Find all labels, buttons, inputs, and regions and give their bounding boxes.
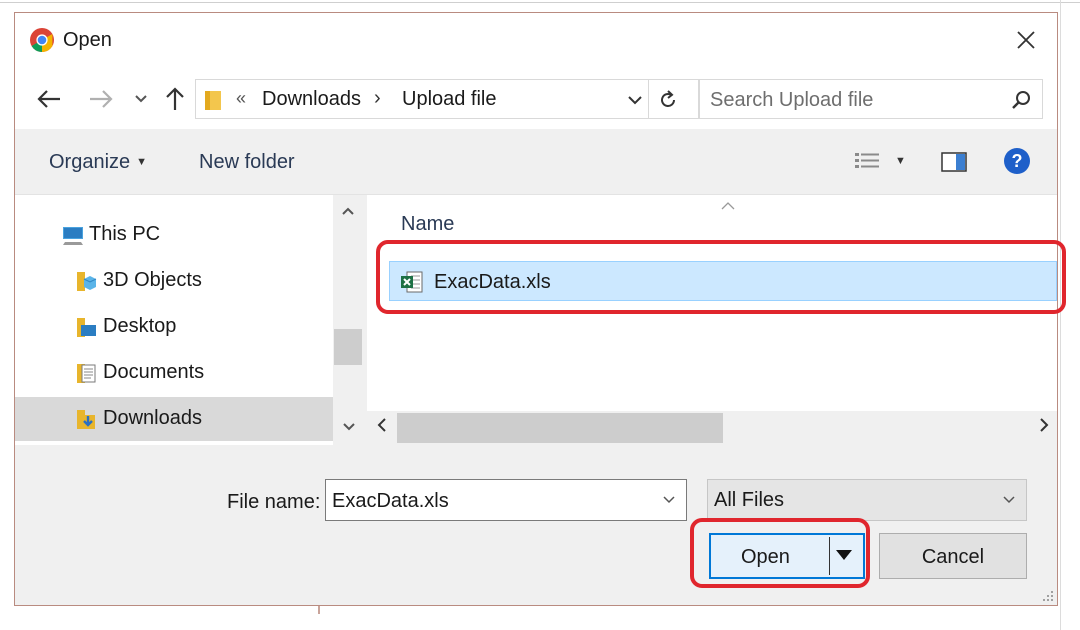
scroll-up-icon[interactable] <box>341 203 355 221</box>
scroll-left-icon[interactable] <box>377 417 387 438</box>
nav-item-label: Downloads <box>103 407 202 429</box>
file-name-label: File name: <box>227 491 321 513</box>
organize-button[interactable]: Organize ▼ <box>49 151 147 174</box>
nav-item-this-pc[interactable]: This PC <box>15 213 333 257</box>
nav-pane-scrollbar[interactable] <box>333 195 367 445</box>
chevron-down-icon[interactable] <box>1002 493 1016 507</box>
search-icon[interactable] <box>1010 89 1032 111</box>
caret-down-icon[interactable] <box>835 547 853 563</box>
3d-objects-folder-icon <box>75 270 97 292</box>
address-row: « Downloads › Upload file <box>15 69 1057 129</box>
address-bar[interactable]: « Downloads › Upload file <box>195 79 699 119</box>
page-right-edge <box>1060 0 1061 630</box>
nav-item-label: Documents <box>103 361 205 383</box>
nav-item-label: Desktop <box>103 315 177 337</box>
nav-item-documents[interactable]: Documents <box>15 351 333 395</box>
command-toolbar: Organize ▼ New folder ▼ ? <box>15 129 1057 195</box>
breadcrumb-upload-file[interactable]: Upload file <box>402 88 497 111</box>
sort-indicator-icon <box>721 197 735 213</box>
chevron-down-icon[interactable] <box>662 493 676 507</box>
refresh-icon[interactable] <box>656 88 680 112</box>
nav-item-3d-objects[interactable]: 3D Objects <box>15 259 333 303</box>
column-header-name[interactable]: Name <box>401 213 454 236</box>
details-view-icon[interactable] <box>853 149 883 175</box>
search-input[interactable] <box>710 88 1000 112</box>
file-name-combobox[interactable] <box>325 479 687 521</box>
chevron-down-icon[interactable] <box>624 90 646 110</box>
file-row-exacdata[interactable]: ExacData.xls <box>389 261 1057 301</box>
nav-item-label: 3D Objects <box>103 269 202 291</box>
breadcrumb-overflow[interactable]: « <box>236 88 246 109</box>
nav-item-desktop[interactable]: Desktop <box>15 305 333 349</box>
forward-arrow-icon[interactable] <box>87 85 115 113</box>
horizontal-scroll-thumb[interactable] <box>397 413 723 443</box>
file-name-input[interactable] <box>332 489 642 513</box>
split-divider <box>829 537 830 575</box>
desktop-folder-icon <box>75 316 97 338</box>
breadcrumb-downloads[interactable]: Downloads <box>262 88 361 111</box>
search-box[interactable] <box>699 79 1043 119</box>
help-icon[interactable]: ? <box>1003 147 1031 175</box>
open-file-dialog: Open « Downloads › Upload file Search Up… <box>14 12 1058 606</box>
cancel-button[interactable]: Cancel <box>879 533 1027 579</box>
cancel-button-label: Cancel <box>921 546 985 568</box>
nav-scroll-thumb[interactable] <box>334 329 362 365</box>
caret-down-icon: ▼ <box>136 156 148 168</box>
documents-folder-icon <box>75 362 97 384</box>
dialog-title: Open <box>63 29 112 51</box>
close-icon[interactable] <box>1013 27 1039 53</box>
open-button[interactable]: Open <box>709 533 865 579</box>
open-button-label: Open <box>741 546 790 568</box>
new-folder-button[interactable]: New folder <box>199 151 295 174</box>
address-divider <box>648 80 649 118</box>
nav-item-label: This PC <box>89 223 161 245</box>
title-bar: Open <box>15 13 1057 69</box>
help-glyph: ? <box>1012 151 1023 171</box>
scroll-down-icon[interactable] <box>342 419 356 437</box>
file-list-pane: Name ExacData.xls <box>367 195 1057 411</box>
excel-file-icon <box>400 270 424 294</box>
downloads-folder-icon <box>75 408 97 430</box>
file-type-value: All Files <box>714 489 785 511</box>
view-options-caret-icon[interactable]: ▼ <box>895 155 906 167</box>
preview-pane-icon[interactable] <box>939 149 969 175</box>
horizontal-scrollbar[interactable] <box>367 411 1057 445</box>
navigation-pane: This PC 3D Objects Desktop Documents Dow… <box>15 195 333 445</box>
organize-label: Organize <box>49 151 131 173</box>
file-type-select[interactable]: All Files <box>707 479 1027 521</box>
chrome-icon <box>29 27 55 53</box>
breadcrumb-separator[interactable]: › <box>374 87 381 110</box>
scroll-right-icon[interactable] <box>1039 417 1049 438</box>
nav-item-downloads[interactable]: Downloads <box>15 397 333 441</box>
folder-icon <box>204 89 222 111</box>
back-arrow-icon[interactable] <box>35 85 63 113</box>
recent-locations-chevron-icon[interactable] <box>131 85 151 113</box>
resize-grip-icon[interactable] <box>1039 587 1055 603</box>
computer-icon <box>61 224 83 246</box>
up-arrow-icon[interactable] <box>161 85 189 113</box>
page-top-line <box>0 2 1080 3</box>
file-name: ExacData.xls <box>434 271 551 293</box>
